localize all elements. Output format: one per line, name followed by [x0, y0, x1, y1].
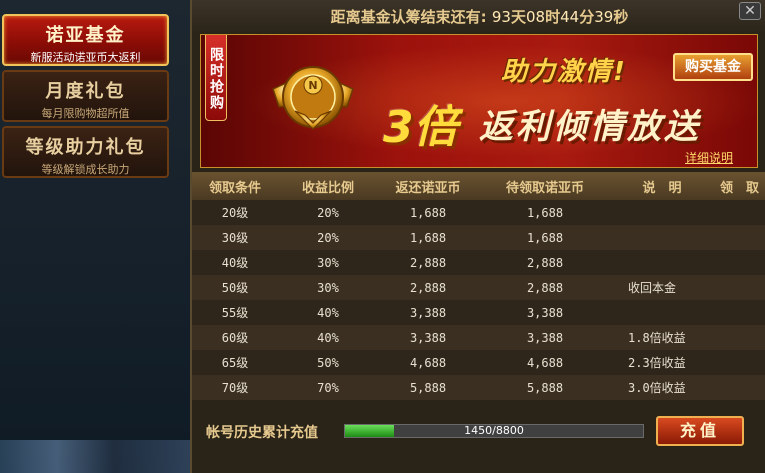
countdown-days-unit: 天: [510, 8, 526, 26]
cell-ratio: 40%: [317, 305, 339, 320]
cell-pending: 1,688: [526, 205, 564, 220]
countdown-label: 距离基金认筹结束还有:: [330, 8, 487, 26]
cell-level: 60级: [221, 331, 249, 345]
cell-ratio: 70%: [317, 380, 339, 395]
fund-panel: 距离基金认筹结束还有: 93天08时44分39秒 ✕ 限时抢购 N 助力激情! …: [190, 0, 765, 473]
countdown-hours-unit: 时: [545, 8, 561, 26]
sidebar-item-title: 等级助力礼包: [25, 137, 146, 158]
banner-headline: 返利倾情放送: [479, 107, 701, 147]
cell-note: 2.3倍收益: [628, 356, 686, 370]
table-row: 60级 40% 3,388 3,388 1.8倍收益: [192, 325, 765, 350]
close-button[interactable]: ✕: [739, 2, 761, 20]
cell-refund: 3,388: [409, 305, 447, 320]
sidebar-item-subtitle: 等级解锁成长助力: [41, 163, 130, 176]
table-header: 领取条件 收益比例 返还诺亚币 待领取诺亚币 说 明 领 取: [192, 172, 765, 200]
reward-table: 领取条件 收益比例 返还诺亚币 待领取诺亚币 说 明 领 取 20级 20% 1,6…: [192, 172, 765, 400]
buy-fund-button[interactable]: 购买基金: [673, 53, 753, 81]
countdown-seconds-unit: 秒: [613, 8, 629, 26]
cell-level: 30级: [221, 231, 249, 245]
table-row: 20级 20% 1,688 1,688: [192, 200, 765, 225]
cell-pending: 3,388: [526, 330, 564, 345]
cell-note: 收回本金: [628, 281, 677, 295]
recharge-footer: 帐号历史累计充值 1450/8800 充值: [192, 402, 765, 473]
cell-level: 55级: [221, 306, 249, 320]
table-row: 55级 40% 3,388 3,388: [192, 300, 765, 325]
header-condition: 领取条件: [208, 180, 261, 196]
cell-note: 3.0倍收益: [628, 381, 686, 395]
header-ratio: 收益比例: [301, 180, 354, 196]
countdown-bar: 距离基金认筹结束还有: 93天08时44分39秒: [192, 0, 765, 34]
table-body: 20级 20% 1,688 1,688 30级 20% 1,688 1,688 40级 30% 2,…: [192, 200, 765, 400]
banner-slogan: 助力激情!: [501, 57, 627, 87]
header-pending: 待领取诺亚币: [505, 180, 584, 196]
sidebar-item-level-pack[interactable]: 等级助力礼包 等级解锁成长助力: [2, 126, 169, 178]
promo-banner: 限时抢购 N 助力激情! 购买基金 3倍 返利倾情放送 详细说明: [200, 34, 758, 168]
sidebar-item-monthly-pack[interactable]: 月度礼包 每月限购物超所值: [2, 70, 169, 122]
cell-pending: 2,888: [526, 280, 564, 295]
sidebar: 诺亚基金 新服活动诺亚币大返利 月度礼包 每月限购物超所值 等级助力礼包 等级解…: [0, 0, 190, 473]
cell-refund: 4,688: [409, 355, 447, 370]
recharge-total-label: 帐号历史累计充值: [206, 425, 318, 441]
cell-ratio: 30%: [317, 280, 339, 295]
sidebar-item-subtitle: 每月限购物超所值: [41, 107, 130, 120]
header-refund: 返还诺亚币: [395, 180, 461, 196]
svg-text:N: N: [308, 79, 317, 92]
cell-refund: 5,888: [409, 380, 447, 395]
table-row: 70级 70% 5,888 5,888 3.0倍收益: [192, 375, 765, 400]
header-claim: 领 取: [719, 180, 759, 196]
cell-note: 1.8倍收益: [628, 331, 686, 345]
cell-level: 65级: [221, 356, 249, 370]
sidebar-item-noah-fund[interactable]: 诺亚基金 新服活动诺亚币大返利: [2, 14, 169, 66]
close-icon: ✕: [744, 3, 756, 19]
cell-level: 20级: [221, 206, 249, 220]
header-note: 说 明: [642, 180, 682, 196]
sidebar-item-title: 诺亚基金: [45, 25, 126, 46]
countdown-days: 93: [491, 8, 511, 26]
countdown-hours: 08: [526, 8, 546, 26]
countdown-seconds: 39: [594, 8, 614, 26]
cell-pending: 5,888: [526, 380, 564, 395]
cell-pending: 1,688: [526, 230, 564, 245]
cell-refund: 3,388: [409, 330, 447, 345]
cell-ratio: 30%: [317, 255, 339, 270]
winged-n-medal-icon: N: [272, 66, 354, 130]
table-row: 30级 20% 1,688 1,688: [192, 225, 765, 250]
cell-level: 40级: [221, 256, 249, 270]
banner-multiplier: 3倍: [383, 102, 458, 153]
cell-pending: 3,388: [526, 305, 564, 320]
table-row: 65级 50% 4,688 4,688 2.3倍收益: [192, 350, 765, 375]
cell-level: 50级: [221, 281, 249, 295]
countdown-minutes-unit: 分: [579, 8, 595, 26]
countdown-minutes: 44: [560, 8, 580, 26]
table-row: 50级 30% 2,888 2,888 收回本金: [192, 275, 765, 300]
recharge-progress-text: 1450/8800: [464, 424, 524, 437]
cell-ratio: 50%: [317, 355, 339, 370]
recharge-button[interactable]: 充值: [656, 416, 744, 446]
limited-time-tag: 限时抢购: [205, 35, 227, 121]
sidebar-item-subtitle: 新服活动诺亚币大返利: [30, 51, 141, 64]
cell-ratio: 20%: [317, 230, 339, 245]
sidebar-decoration: [0, 440, 190, 473]
recharge-progress-bar: 1450/8800: [344, 424, 644, 438]
cell-pending: 4,688: [526, 355, 564, 370]
cell-refund: 1,688: [409, 205, 447, 220]
cell-level: 70级: [221, 381, 249, 395]
cell-refund: 2,888: [409, 280, 447, 295]
table-row: 40级 30% 2,888 2,888: [192, 250, 765, 275]
cell-ratio: 40%: [317, 330, 339, 345]
details-link[interactable]: 详细说明: [685, 149, 733, 166]
cell-ratio: 20%: [317, 205, 339, 220]
cell-pending: 2,888: [526, 255, 564, 270]
cell-refund: 2,888: [409, 255, 447, 270]
cell-refund: 1,688: [409, 230, 447, 245]
sidebar-item-title: 月度礼包: [45, 81, 126, 102]
